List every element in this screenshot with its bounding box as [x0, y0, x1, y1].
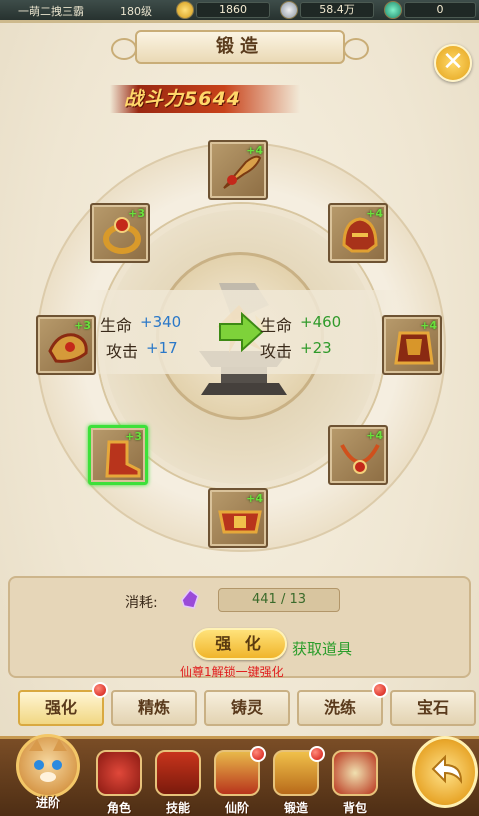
close-button[interactable]: ✕: [434, 44, 472, 82]
status-bar: 一萌二拽三霸 180级 1860 58.4万 0: [0, 0, 479, 20]
unlock-tip: 仙尊1解锁一键强化: [180, 665, 284, 679]
skill-book-icon: [155, 750, 201, 796]
backpack-icon: [332, 750, 378, 796]
tab-reforge-badge: [372, 682, 388, 698]
enhance-button[interactable]: 强 化: [193, 628, 287, 660]
back-arrow-icon: [431, 754, 463, 785]
back-button[interactable]: [412, 736, 478, 808]
cat-avatar-icon: [16, 734, 80, 798]
gem-icon: [181, 588, 199, 609]
equip-level-necklace: +4: [366, 429, 383, 442]
equip-slot-shoulder[interactable]: +3: [36, 315, 96, 375]
nav-forge-badge: [309, 746, 325, 762]
gold-ingot-icon: [176, 1, 194, 19]
equip-slot-armor[interactable]: +4: [382, 315, 442, 375]
tab-enhance-badge: [92, 682, 108, 698]
panel-title: 锻造: [111, 30, 369, 64]
nav-backpack-label: 背包: [342, 801, 367, 815]
equip-level-boots: +3: [125, 430, 142, 443]
nav-advance[interactable]: 进阶: [8, 730, 88, 816]
jade-amount: 0: [404, 2, 476, 18]
current-hp-label: 生命: [100, 316, 133, 335]
current-atk-value: +17: [146, 339, 178, 357]
equip-level-shoulder: +3: [74, 319, 91, 332]
tab-soul-cast[interactable]: 铸灵: [204, 690, 290, 726]
nav-immortal-rank-badge: [250, 746, 266, 762]
nav-character[interactable]: 角色: [92, 744, 146, 816]
nav-character-label: 角色: [106, 801, 131, 815]
equip-slot-boots[interactable]: +3: [88, 425, 148, 485]
equip-level-weapon: +4: [246, 144, 263, 157]
equip-level-belt: +4: [246, 492, 263, 505]
cost-label: 消耗:: [125, 595, 158, 611]
equip-slot-ring[interactable]: +3: [90, 203, 150, 263]
equip-level-ring: +3: [128, 207, 145, 220]
equip-slot-belt[interactable]: +4: [208, 488, 268, 548]
character-icon: [96, 750, 142, 796]
equip-level-armor: +4: [420, 319, 437, 332]
close-icon: ✕: [442, 47, 464, 77]
upgrade-arrow-icon: [219, 312, 264, 352]
equip-slot-weapon[interactable]: +4: [208, 140, 268, 200]
equip-level-helmet: +4: [366, 207, 383, 220]
nav-skill[interactable]: 技能: [151, 744, 205, 816]
equip-slot-necklace[interactable]: +4: [328, 425, 388, 485]
nav-backpack[interactable]: 背包: [328, 744, 382, 816]
next-hp-label: 生命: [260, 316, 293, 335]
nav-forge-label: 锻造: [283, 801, 308, 815]
nav-immortal-rank-label: 仙阶: [224, 801, 249, 815]
silver-amount: 58.4万: [300, 2, 374, 18]
tab-gem[interactable]: 宝石: [390, 690, 476, 726]
current-atk-label: 攻击: [106, 342, 139, 361]
next-atk-value: +23: [300, 339, 332, 357]
combat-power: 战斗力5644: [110, 85, 300, 113]
equip-slot-helmet[interactable]: +4: [328, 203, 388, 263]
current-hp-value: +340: [140, 313, 182, 331]
cost-amount: 441 / 13: [218, 588, 340, 612]
player-name: 一萌二拽三霸: [18, 5, 84, 18]
next-hp-value: +460: [300, 313, 342, 331]
get-items-link[interactable]: 获取道具: [292, 638, 352, 659]
nav-skill-label: 技能: [165, 801, 190, 815]
jade-icon: [384, 1, 402, 19]
tab-enhance[interactable]: 强化: [18, 690, 104, 726]
tab-refine[interactable]: 精炼: [111, 690, 197, 726]
nav-advance-label: 进阶: [35, 796, 60, 810]
nav-forge[interactable]: 锻造: [269, 744, 325, 816]
next-atk-label: 攻击: [260, 342, 293, 361]
tab-reforge[interactable]: 洗练: [297, 690, 383, 726]
player-level: 180级: [120, 5, 152, 18]
nav-immortal-rank[interactable]: 仙阶: [210, 744, 266, 816]
gold-amount: 1860: [196, 2, 270, 18]
silver-coin-icon: [280, 1, 298, 19]
